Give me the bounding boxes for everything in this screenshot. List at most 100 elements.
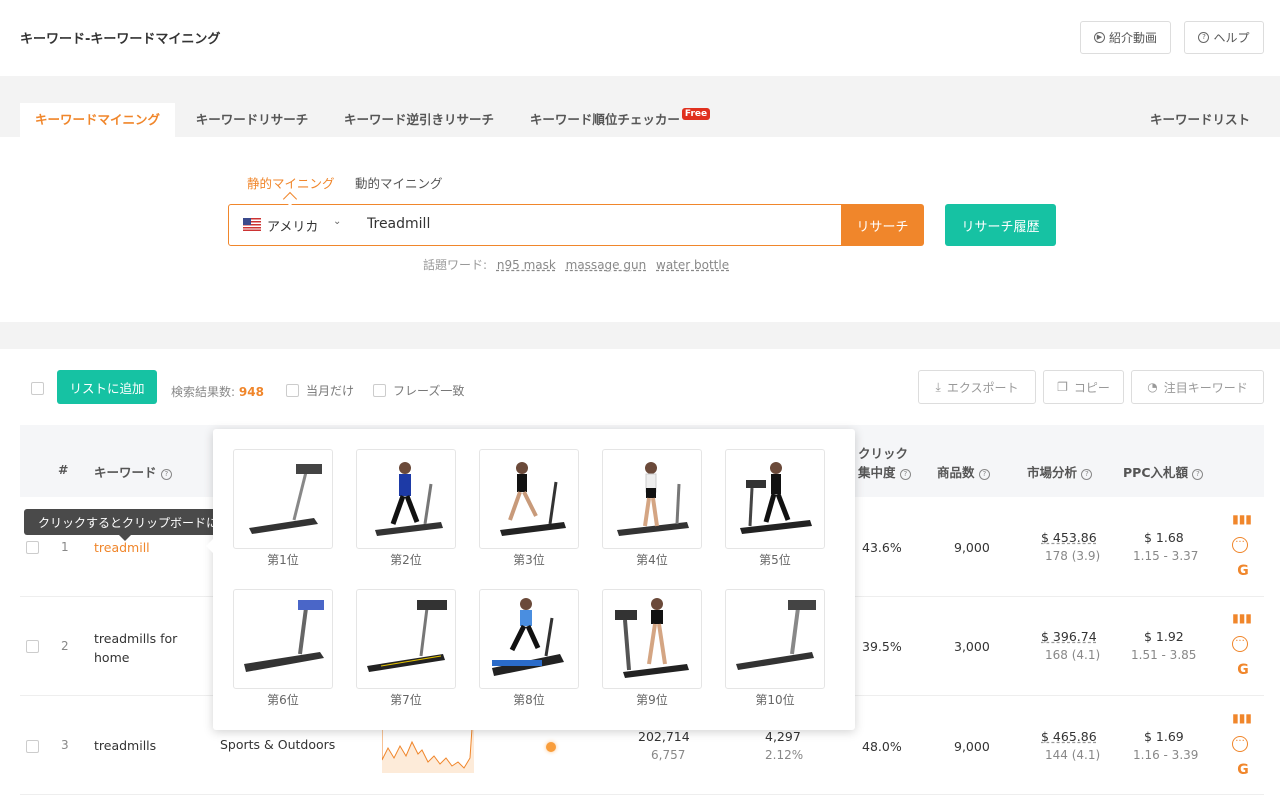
col-ppc: PPC入札額 ? (1123, 462, 1204, 481)
intro-video-button[interactable]: ▶ 紹介動画 (1080, 21, 1171, 54)
row-market-price[interactable]: $ 465.86 (1041, 729, 1097, 744)
question-icon[interactable]: ? (978, 469, 990, 480)
row-products: 9,000 (954, 739, 990, 754)
country-select[interactable]: アメリカ (267, 216, 318, 235)
bar-chart-icon[interactable]: ▮▮▮ (1232, 711, 1252, 725)
tab-keyword-list[interactable]: キーワードリスト (1136, 103, 1264, 137)
row-searches: 202,714 (638, 729, 690, 744)
copy-button[interactable]: ❐ コピー (1043, 370, 1124, 404)
col-click-top: クリック (858, 446, 909, 461)
search-box: アメリカ ⌄ (228, 204, 842, 246)
col-market: 市場分析 ? (1027, 462, 1093, 481)
status-dot (546, 742, 556, 752)
row-ppc: $ 1.92 (1144, 629, 1184, 644)
row-checkbox[interactable] (26, 640, 39, 653)
search-history-button[interactable]: リサーチ履歴 (945, 204, 1056, 246)
row-category: Sports & Outdoors (220, 737, 336, 752)
product-thumbnail[interactable] (356, 589, 456, 689)
row-market-price[interactable]: $ 453.86 (1041, 530, 1097, 545)
add-to-list-button[interactable]: リストに追加 (57, 370, 157, 404)
chevron-down-icon[interactable]: ⌄ (333, 216, 341, 227)
bar-chart-icon[interactable]: ▮▮▮ (1232, 512, 1252, 526)
rank-label: 第2位 (390, 553, 422, 567)
row-num: 1 (61, 540, 69, 554)
phrase-match-label: フレーズ一致 (393, 384, 465, 398)
bar-chart-icon[interactable]: ▮▮▮ (1232, 611, 1252, 625)
subtab-static-mining[interactable]: 静的マイニング (247, 173, 335, 192)
product-thumbnail[interactable] (233, 449, 333, 549)
row-ppc: $ 1.68 (1144, 530, 1184, 545)
row-keyword[interactable]: treadmills for home (94, 629, 204, 667)
product-thumbnail[interactable] (233, 589, 333, 689)
row-keyword[interactable]: treadmills (94, 738, 156, 753)
product-thumbnail[interactable] (479, 449, 579, 549)
hot-word[interactable]: n95 mask (497, 258, 556, 272)
google-icon[interactable]: G (1233, 762, 1253, 778)
pie-chart-icon: ◔ (1147, 380, 1158, 394)
question-icon[interactable]: ? (899, 469, 911, 480)
row-market-price[interactable]: $ 396.74 (1041, 629, 1097, 644)
question-icon[interactable]: ? (1081, 469, 1093, 480)
row-ppc-range: 1.15 - 3.37 (1133, 549, 1199, 563)
keyword-input[interactable] (367, 216, 767, 232)
row-purchases-sub: 2.12% (765, 748, 804, 762)
free-badge: Free (681, 108, 711, 120)
rank-label: 第7位 (390, 693, 422, 707)
row-ppc-range: 1.16 - 3.39 (1133, 748, 1199, 762)
tab-keyword-mining[interactable]: キーワードマイニング (20, 103, 175, 137)
col-num: # (58, 462, 69, 477)
month-only-label: 当月だけ (306, 384, 355, 398)
help-button[interactable]: ? ヘルプ (1184, 21, 1264, 54)
google-icon[interactable]: G (1233, 662, 1253, 678)
more-icon[interactable]: ··· (1232, 537, 1248, 553)
tab-keyword-research[interactable]: キーワードリサーチ (182, 103, 322, 137)
question-icon[interactable]: ? (160, 469, 172, 480)
row-checkbox[interactable] (26, 541, 39, 554)
product-thumbnail[interactable] (725, 449, 825, 549)
rank-label: 第10位 (755, 693, 795, 707)
google-icon[interactable]: G (1233, 563, 1253, 579)
rank-label: 第5位 (759, 553, 791, 567)
rank-label: 第3位 (513, 553, 545, 567)
rank-label: 第8位 (513, 693, 545, 707)
product-thumbnail[interactable] (725, 589, 825, 689)
watch-keyword-button[interactable]: ◔ 注目キーワード (1131, 370, 1264, 404)
page-title: キーワード-キーワードマイニング (20, 32, 221, 47)
row-ppc: $ 1.69 (1144, 729, 1184, 744)
search-button[interactable]: リサーチ (841, 204, 924, 246)
row-num: 2 (61, 639, 69, 653)
product-thumbnail[interactable] (356, 449, 456, 549)
us-flag-icon (243, 218, 261, 231)
trend-sparkline[interactable] (381, 727, 474, 773)
tab-rank-checker[interactable]: キーワード順位チェッカー Free (520, 103, 720, 137)
more-icon[interactable]: ··· (1232, 736, 1248, 752)
product-thumbnail[interactable] (479, 589, 579, 689)
hot-word[interactable]: massage gun (566, 258, 647, 272)
hot-word[interactable]: water bottle (656, 258, 729, 272)
row-keyword[interactable]: treadmill (94, 540, 150, 555)
product-thumbnail[interactable] (602, 589, 702, 689)
rank-label: 第1位 (267, 553, 299, 567)
hot-words: 話題ワード: n95 mask massage gun water bottle (423, 258, 730, 272)
rank-label: 第9位 (636, 693, 668, 707)
month-only-checkbox[interactable] (286, 384, 299, 397)
top-products-popup: 第1位 第2位 第3位 第4位 第5位 第6位 第7位 第8位 第9位 第10位 (206, 429, 855, 730)
col-click: 集中度 ? (858, 462, 911, 481)
download-icon: ⤓ (935, 379, 941, 394)
row-checkbox[interactable] (26, 740, 39, 753)
question-icon[interactable]: ? (1192, 469, 1204, 480)
select-all-checkbox[interactable] (31, 382, 44, 395)
section-divider (0, 322, 1280, 349)
subtab-dynamic-mining[interactable]: 動的マイニング (355, 173, 443, 192)
row-searches-sub: 6,757 (651, 748, 686, 762)
product-thumbnail[interactable] (602, 449, 702, 549)
rank-label: 第4位 (636, 553, 668, 567)
export-button[interactable]: ⤓ エクスポート (918, 370, 1036, 404)
play-icon: ▶ (1093, 32, 1105, 43)
row-market-sub: 168 (4.1) (1045, 648, 1101, 662)
row-market-sub: 144 (4.1) (1045, 748, 1101, 762)
phrase-match-checkbox[interactable] (373, 384, 386, 397)
tab-reverse-research[interactable]: キーワード逆引きリサーチ (330, 103, 508, 137)
result-count: 検索結果数: 948 (171, 385, 264, 399)
more-icon[interactable]: ··· (1232, 636, 1248, 652)
